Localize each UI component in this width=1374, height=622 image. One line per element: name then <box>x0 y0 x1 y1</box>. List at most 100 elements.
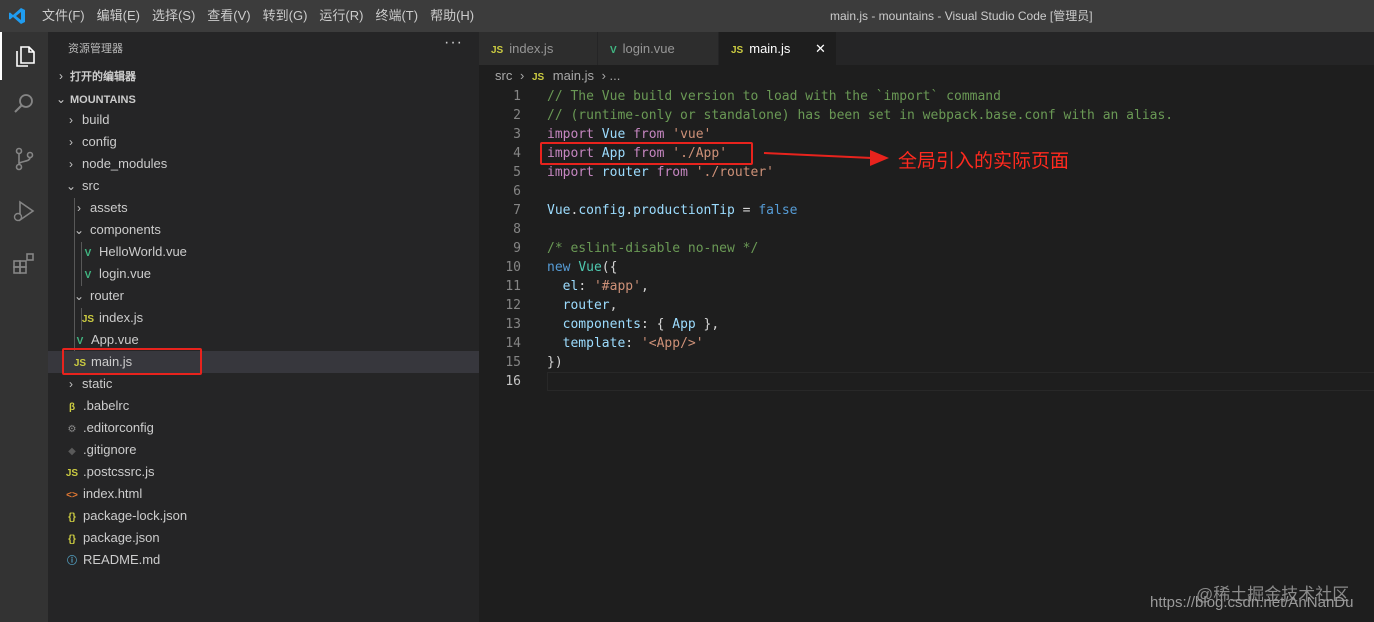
menu-item[interactable]: 帮助(H) <box>424 0 480 32</box>
tree-item-label: components <box>90 222 161 237</box>
breadcrumb: src › JS main.js › ... <box>479 65 1374 87</box>
file-item[interactable]: ⓘ README.md <box>48 549 479 571</box>
file-item[interactable]: {} package-lock.json <box>48 505 479 527</box>
extensions-icon[interactable] <box>0 239 48 287</box>
folder-item[interactable]: ⌄ src <box>48 175 479 197</box>
line-number: 13 <box>505 317 521 332</box>
file-item[interactable]: <> index.html <box>48 483 479 505</box>
tree-item-label: .gitignore <box>83 442 137 457</box>
folder-item[interactable]: ⌄ components <box>48 219 479 241</box>
file-item[interactable]: V HelloWorld.vue <box>48 241 479 263</box>
line-number: 6 <box>513 184 521 199</box>
html-file-icon: <> <box>66 490 78 501</box>
breadcrumb-file[interactable]: main.js <box>553 68 594 83</box>
vscode-logo-icon <box>9 8 25 24</box>
tree-item-label: .babelrc <box>83 398 130 413</box>
tree-item-label: static <box>82 376 113 391</box>
search-icon[interactable] <box>0 80 48 128</box>
code-token: import <box>547 127 602 142</box>
code-line: }) <box>547 353 563 372</box>
code-token: : <box>578 279 594 294</box>
open-editors-label: 打开的编辑器 <box>70 71 136 83</box>
folder-item[interactable]: › node_modules <box>48 153 479 175</box>
file-item[interactable]: JS .postcssrc.js <box>48 461 479 483</box>
tree-item-label: src <box>82 178 100 193</box>
gear-icon: ⚙ <box>67 424 77 435</box>
run-debug-icon[interactable] <box>0 187 48 235</box>
tree-item-label: build <box>82 112 110 127</box>
menu-item[interactable]: 编辑(E) <box>91 0 146 32</box>
code-line: /* eslint-disable no-new */ <box>547 239 758 258</box>
source-control-icon[interactable] <box>0 135 48 183</box>
menu-item[interactable]: 文件(F) <box>36 0 91 32</box>
code-token: = <box>734 203 759 218</box>
js-file-icon: JS <box>531 72 545 83</box>
menu-item[interactable]: 终端(T) <box>369 0 424 32</box>
json-file-icon: {} <box>68 534 76 545</box>
code-token: config <box>578 203 626 218</box>
folder-item[interactable]: › config <box>48 131 479 153</box>
code-token: : { <box>640 317 673 332</box>
line-number: 12 <box>505 298 521 313</box>
tree-item-label: index.js <box>99 310 144 325</box>
tree-item-label: index.html <box>83 486 143 501</box>
menu-item[interactable]: 运行(R) <box>313 0 369 32</box>
chevron-right-icon: › <box>69 113 73 127</box>
close-icon[interactable]: ✕ <box>815 32 826 65</box>
code-token: Vue <box>601 127 634 142</box>
file-item[interactable]: JS index.js <box>48 307 479 329</box>
tab-login-vue[interactable]: Vlogin.vue <box>598 32 719 65</box>
js-file-icon: JS <box>731 45 744 56</box>
code-token: Vue <box>578 260 602 275</box>
explorer-sidebar: 资源管理器 ··· › 打开的编辑器 ⌄ MOUNTAINS › build › conf… <box>48 32 479 622</box>
code-token: components <box>562 317 641 332</box>
tab-main-js[interactable]: JS main.js ✕ <box>719 32 837 65</box>
code-token: }) <box>547 355 563 370</box>
menu-item[interactable]: 选择(S) <box>146 0 201 32</box>
project-section[interactable]: ⌄ MOUNTAINS <box>48 88 479 110</box>
explorer-icon[interactable] <box>0 32 48 80</box>
menu-bar: 文件(F) 编辑(E) 选择(S) 查看(V) 转到(G) 运行(R) 终端(T) 帮助(H) <box>36 0 480 32</box>
chevron-down-icon: ⌄ <box>73 223 85 237</box>
tree-item-label: node_modules <box>82 156 168 171</box>
open-editors-section[interactable]: › 打开的编辑器 <box>48 65 479 87</box>
info-file-icon: ⓘ <box>67 556 77 567</box>
title-bar: 文件(F) 编辑(E) 选择(S) 查看(V) 转到(G) 运行(R) 终端(T) 帮助(H)… <box>0 0 1374 32</box>
code-line: router, <box>547 296 618 315</box>
breadcrumb-folder[interactable]: src <box>495 68 512 83</box>
code-token: /* eslint-disable no-new */ <box>547 241 759 256</box>
code-token: from <box>633 127 673 142</box>
menu-item[interactable]: 查看(V) <box>201 0 256 32</box>
folder-item[interactable]: › assets <box>48 197 479 219</box>
js-file-icon: JS <box>65 468 79 479</box>
annotation-arrow-icon <box>763 150 889 166</box>
activity-bar <box>0 32 48 622</box>
watermark-url: https://blog.csdn.net/AnNanDu <box>1150 594 1354 611</box>
code-token: // (runtime-only or standalone) has been… <box>547 108 1174 123</box>
folder-item[interactable]: ⌄ router <box>48 285 479 307</box>
json-file-icon: {} <box>68 512 76 523</box>
file-item[interactable]: β .babelrc <box>48 395 479 417</box>
file-item[interactable]: ◆ .gitignore <box>48 439 479 461</box>
menu-item[interactable]: 转到(G) <box>257 0 314 32</box>
file-item[interactable]: ⚙ .editorconfig <box>48 417 479 439</box>
code-token: , <box>640 279 649 294</box>
annotation-label: 全局引入的实际页面 <box>898 151 1070 172</box>
tree-item-label: package.json <box>83 530 160 545</box>
file-item[interactable]: {} package.json <box>48 527 479 549</box>
code-token: ({ <box>601 260 618 275</box>
code-token: '#app' <box>593 279 641 294</box>
file-item[interactable]: Vlogin.vue <box>48 263 479 285</box>
code-token: Vue <box>547 203 571 218</box>
code-line: Vue.config.productionTip = false <box>547 201 797 220</box>
folder-item[interactable]: › static <box>48 373 479 395</box>
code-line: new Vue({ <box>547 258 617 277</box>
code-token: import <box>547 165 602 180</box>
more-actions-icon[interactable]: ··· <box>444 34 463 52</box>
code-token: : <box>625 336 641 351</box>
folder-item[interactable]: › build <box>48 109 479 131</box>
line-number: 2 <box>513 108 521 123</box>
tab-index-js[interactable]: JS index.js <box>479 32 598 65</box>
